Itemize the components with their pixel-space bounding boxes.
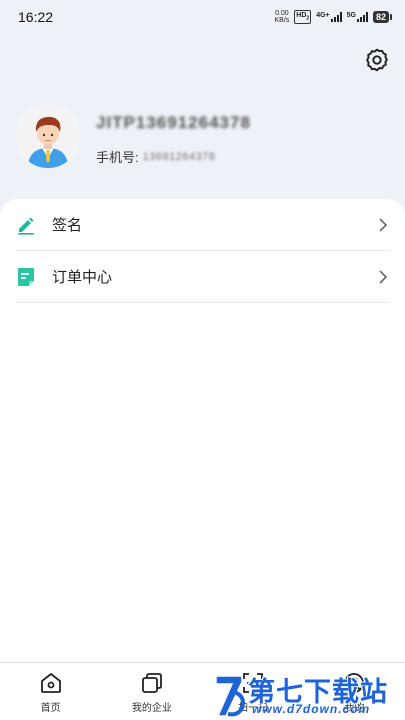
menu-item-label: 签名	[52, 217, 83, 234]
network-speed-unit: KB/s	[274, 16, 290, 24]
tab-label: 首页	[40, 703, 61, 714]
menu-item-orders[interactable]: 订单中心	[16, 251, 390, 303]
tab-label: 我的	[344, 703, 365, 714]
username: JITP13691264378	[96, 113, 251, 132]
settings-button[interactable]	[363, 46, 391, 74]
tab-home[interactable]: 首页	[0, 663, 101, 720]
signal-4g: 4G+	[316, 11, 342, 22]
tab-label: 扫一扫	[238, 703, 269, 714]
status-indicators: 0.00 KB/s HD2 4G+ 5G 82	[275, 9, 393, 25]
network-speed: 0.00 KB/s	[275, 10, 290, 24]
chevron-right-icon	[376, 269, 390, 284]
document-icon	[16, 267, 36, 287]
user-avatar-icon	[16, 104, 80, 168]
menu-card: 签名 订单中心	[0, 199, 405, 669]
status-time: 16:22	[18, 9, 54, 25]
gear-icon	[366, 48, 388, 72]
bottom-tab-bar: 首页 我的企业 扫一扫 我的	[0, 662, 405, 720]
signal-4g-label: 4G+	[316, 11, 330, 19]
menu-item-signature[interactable]: 签名	[16, 199, 390, 251]
signal-bars-icon	[330, 11, 342, 22]
status-bar: 16:22 0.00 KB/s HD2 4G+ 5G 82	[0, 0, 405, 34]
layers-icon	[140, 671, 164, 695]
tab-label: 我的企业	[131, 703, 172, 714]
tab-my-company[interactable]: 我的企业	[101, 663, 202, 720]
tab-scan[interactable]: 扫一扫	[203, 663, 304, 720]
network-speed-value: 0.00	[275, 9, 289, 17]
phone-value: 13691264378	[142, 150, 216, 163]
battery-level: 82	[372, 10, 393, 23]
pen-icon	[16, 215, 36, 235]
user-icon	[342, 671, 366, 695]
signal-5g-label: 5G	[346, 11, 356, 19]
hd-badge: HD2	[294, 9, 312, 25]
chevron-right-icon	[376, 217, 390, 232]
menu-item-label: 订单中心	[52, 269, 113, 286]
tab-mine[interactable]: 我的	[304, 663, 405, 720]
signal-5g: 5G	[346, 11, 368, 22]
signal-bars-icon	[356, 11, 368, 22]
home-icon	[39, 671, 63, 695]
avatar[interactable]	[16, 104, 80, 168]
phone-row: 手机号: 13691264378	[96, 147, 215, 166]
scan-icon	[241, 671, 265, 695]
phone-label: 手机号:	[96, 150, 139, 165]
